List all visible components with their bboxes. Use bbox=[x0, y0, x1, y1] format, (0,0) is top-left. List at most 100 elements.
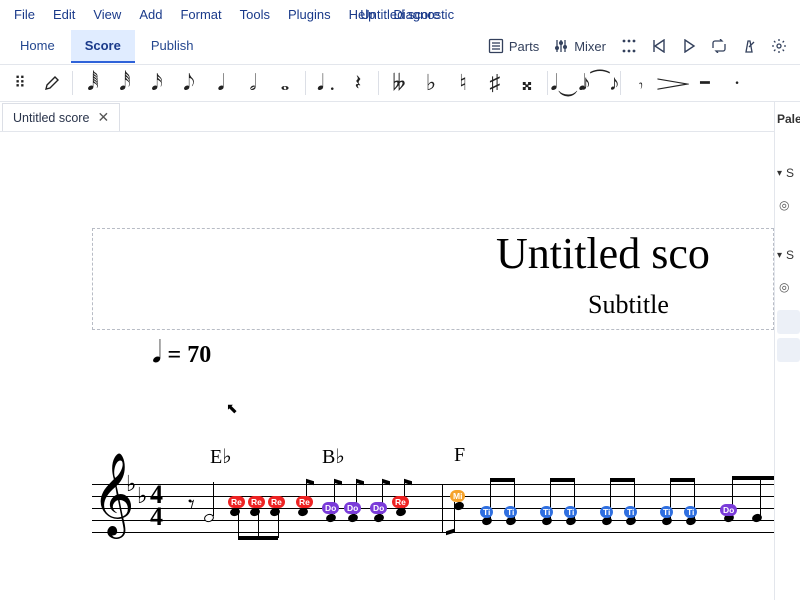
menu-tools[interactable]: Tools bbox=[232, 3, 278, 26]
tab-home[interactable]: Home bbox=[6, 30, 69, 63]
menu-bar: File Edit View Add Format Tools Plugins … bbox=[0, 0, 800, 28]
separator bbox=[305, 71, 306, 95]
staccato[interactable]: · bbox=[721, 67, 753, 99]
tempo-marking[interactable]: 𝅘𝅥 = 70 bbox=[152, 342, 211, 369]
solfege-label: Ti bbox=[504, 506, 517, 518]
mouse-cursor-icon: ⬉ bbox=[226, 400, 238, 417]
double-sharp[interactable]: 𝄪 bbox=[511, 67, 543, 99]
solfege-label: Ti bbox=[564, 506, 577, 518]
solfege-label: Mi bbox=[450, 490, 465, 502]
chord-symbol[interactable]: B♭ bbox=[322, 444, 345, 469]
palette-section[interactable]: ▾S bbox=[775, 246, 800, 264]
tenuto[interactable]: ━ bbox=[689, 67, 721, 99]
settings-icon[interactable] bbox=[770, 37, 788, 55]
palette-section[interactable]: ▾S bbox=[775, 164, 800, 182]
accent[interactable]: 𝆓 bbox=[657, 67, 689, 99]
staff[interactable]: 𝄞 ♭ ♭ 4 4 𝄾 Re Re Re 3 bbox=[92, 484, 774, 532]
note-quarter[interactable]: 𝅘𝅥 bbox=[205, 67, 237, 99]
rest-button[interactable]: 𝄽 bbox=[342, 67, 374, 99]
palette-slot[interactable] bbox=[777, 338, 800, 362]
key-signature[interactable]: ♭ ♭ bbox=[126, 478, 147, 502]
mixer-icon bbox=[553, 38, 569, 54]
solfege-label: Re bbox=[248, 496, 265, 508]
parts-icon bbox=[488, 38, 504, 54]
palette-title: Palet bbox=[775, 108, 800, 130]
palette-section-label: S bbox=[786, 166, 794, 180]
parts-button[interactable]: Parts bbox=[488, 38, 539, 54]
ribbon-row: Home Score Publish Parts Mixer bbox=[0, 28, 800, 64]
note-32nd[interactable]: 𝅘𝅥𝅰 bbox=[109, 67, 141, 99]
flat[interactable]: ♭ bbox=[415, 67, 447, 99]
rewind-icon[interactable] bbox=[650, 37, 668, 55]
time-signature[interactable]: 4 4 bbox=[150, 484, 163, 528]
solfege-label: Ti bbox=[540, 506, 553, 518]
solfege-label: Do bbox=[370, 502, 387, 514]
tab-publish[interactable]: Publish bbox=[137, 30, 208, 63]
time-sig-denominator: 4 bbox=[150, 506, 163, 528]
separator bbox=[547, 71, 548, 95]
solfege-label: Do bbox=[720, 504, 737, 516]
ribbon-tabs: Home Score Publish bbox=[6, 30, 207, 63]
drag-handle-icon[interactable]: ⠿ bbox=[4, 67, 36, 99]
pencil-icon[interactable] bbox=[36, 67, 68, 99]
chord-symbol[interactable]: F bbox=[454, 444, 465, 467]
note-64th[interactable]: 𝅘𝅥𝅱 bbox=[77, 67, 109, 99]
score-title[interactable]: Untitled sco bbox=[496, 228, 710, 279]
solfege-label: Ti bbox=[660, 506, 673, 518]
natural[interactable]: ♮ bbox=[447, 67, 479, 99]
note-whole[interactable]: 𝅝 bbox=[269, 67, 301, 99]
metronome-icon[interactable] bbox=[740, 37, 758, 55]
menu-add[interactable]: Add bbox=[131, 3, 170, 26]
sharp[interactable]: ♯ bbox=[479, 67, 511, 99]
solfege-label: Do bbox=[344, 502, 361, 514]
barline[interactable] bbox=[442, 484, 443, 532]
solfege-label: Ti bbox=[480, 506, 493, 518]
close-icon[interactable]: ✕ bbox=[97, 109, 109, 126]
note-toolbar: ⠿ 𝅘𝅥𝅱 𝅘𝅥𝅰 𝅘𝅥𝅯 𝅘𝅥𝅮 𝅘𝅥 𝅗𝅥 𝅝 𝅘𝅥 . 𝄽 𝄫 ♭ ♮ ♯… bbox=[0, 64, 800, 102]
solfege-label: Ti bbox=[684, 506, 697, 518]
solfege-label: Ti bbox=[600, 506, 613, 518]
palette-slot[interactable] bbox=[777, 310, 800, 334]
marcato[interactable]: 𝆟 bbox=[625, 67, 657, 99]
loop-icon[interactable] bbox=[710, 37, 728, 55]
separator bbox=[378, 71, 379, 95]
play-icon[interactable] bbox=[680, 37, 698, 55]
mixer-button[interactable]: Mixer bbox=[553, 38, 606, 54]
document-tab[interactable]: Untitled score ✕ bbox=[2, 103, 120, 131]
tab-score[interactable]: Score bbox=[71, 30, 135, 63]
eighth-rest[interactable]: 𝄾 bbox=[188, 490, 195, 521]
document-tabstrip: Untitled score ✕ bbox=[0, 102, 800, 132]
palette-section-label: S bbox=[786, 248, 794, 262]
menu-edit[interactable]: Edit bbox=[45, 3, 83, 26]
solfege-label: Re bbox=[228, 496, 245, 508]
solfege-label: Re bbox=[392, 496, 409, 508]
chevron-down-icon: ▾ bbox=[777, 168, 782, 179]
visibility-icon[interactable]: ◎ bbox=[775, 280, 800, 294]
slur-button[interactable]: ♪⁀♪ bbox=[584, 67, 616, 99]
mixer-label: Mixer bbox=[574, 39, 606, 54]
ribbon-right-controls: Parts Mixer bbox=[488, 37, 794, 55]
parts-label: Parts bbox=[509, 39, 539, 54]
document-tab-label: Untitled score bbox=[13, 111, 89, 125]
note-half[interactable]: 𝅗𝅥 bbox=[237, 67, 269, 99]
note-16th[interactable]: 𝅘𝅥𝅯 bbox=[141, 67, 173, 99]
tempo-value: = 70 bbox=[168, 342, 212, 369]
palette-panel: Palet ▾S ◎ ▾S ◎ bbox=[774, 102, 800, 600]
solfege-label: Ti bbox=[624, 506, 637, 518]
separator bbox=[72, 71, 73, 95]
quarter-note-icon: 𝅘𝅥 bbox=[152, 344, 162, 362]
score-canvas[interactable]: Untitled sco Subtitle 𝅘𝅥 = 70 ⬉ E♭ B♭ F … bbox=[0, 132, 774, 600]
chord-symbol[interactable]: E♭ bbox=[210, 444, 232, 469]
score-subtitle[interactable]: Subtitle bbox=[588, 290, 669, 320]
double-flat[interactable]: 𝄫 bbox=[383, 67, 415, 99]
menu-format[interactable]: Format bbox=[172, 3, 229, 26]
menu-view[interactable]: View bbox=[85, 3, 129, 26]
solfege-label: Re bbox=[296, 496, 313, 508]
grid-icon[interactable] bbox=[620, 37, 638, 55]
note-8th[interactable]: 𝅘𝅥𝅮 bbox=[173, 67, 205, 99]
menu-plugins[interactable]: Plugins bbox=[280, 3, 339, 26]
window-title: Untitled score bbox=[360, 7, 439, 22]
visibility-icon[interactable]: ◎ bbox=[775, 198, 800, 212]
dot-button[interactable]: 𝅘𝅥 . bbox=[310, 67, 342, 99]
menu-file[interactable]: File bbox=[6, 3, 43, 26]
